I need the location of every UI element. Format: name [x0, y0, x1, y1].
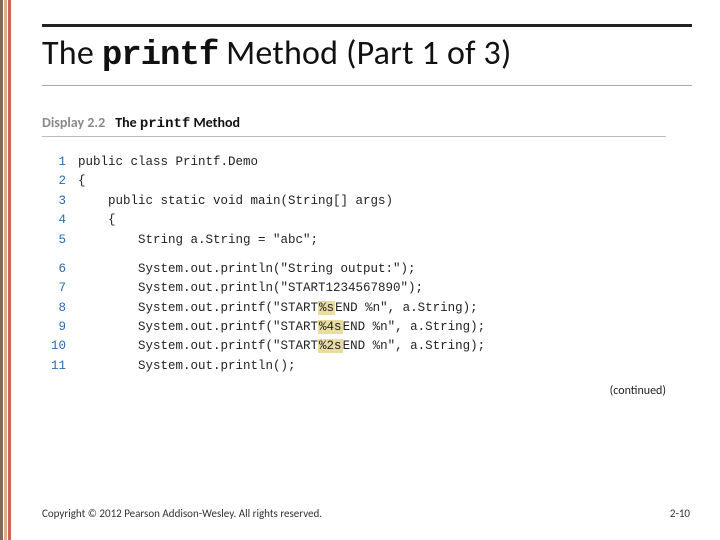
- format-spec-highlight: %s: [318, 301, 335, 315]
- copyright-text: Copyright © 2012 Pearson Addison-Wesley.…: [42, 507, 322, 520]
- line-number: 5: [42, 231, 70, 250]
- line-number: 4: [42, 211, 70, 230]
- line-number: 11: [42, 357, 70, 376]
- display-heading: Display 2.2 The printf Method: [42, 114, 666, 137]
- slide-title: The printf Method (Part 1 of 3): [42, 24, 692, 86]
- code-line: {: [78, 172, 692, 191]
- code-line: System.out.println("START1234567890");: [78, 279, 692, 298]
- code-line: System.out.printf("START%2sEND %n", a.St…: [78, 337, 692, 356]
- line-number: 9: [42, 318, 70, 337]
- page-number: 2-10: [670, 507, 690, 520]
- title-pre: The: [42, 33, 102, 74]
- code-line: System.out.println();: [78, 357, 692, 376]
- code-line: System.out.printf("START%sEND %n", a.Str…: [78, 299, 692, 318]
- code-line: System.out.println("String output:");: [78, 260, 692, 279]
- line-number: 8: [42, 299, 70, 318]
- line-number: 2: [42, 172, 70, 191]
- display-title-code: printf: [140, 116, 190, 132]
- slide-title-text: The printf Method (Part 1 of 3): [42, 33, 512, 74]
- code-listing: 1 public class Printf.Demo 2 {3 public stat…: [42, 153, 692, 376]
- line-number: 7: [42, 279, 70, 298]
- slide-body: The printf Method (Part 1 of 3) Display …: [14, 0, 720, 540]
- display-title-pre: The: [115, 114, 140, 131]
- stripe-bar: [4, 0, 7, 540]
- stripe-bar: [8, 0, 11, 540]
- code-line: System.out.printf("START%4sEND %n", a.St…: [78, 318, 692, 337]
- display-block: Display 2.2 The printf Method 1 public cl…: [42, 114, 692, 398]
- display-label: Display 2.2: [42, 114, 105, 131]
- code-line: public class Printf.Demo: [78, 153, 692, 172]
- format-spec-highlight: %4s: [318, 320, 343, 334]
- display-title: The printf Method: [115, 114, 240, 132]
- code-line: public static void main(String[] args): [78, 192, 692, 211]
- line-number: 10: [42, 337, 70, 356]
- side-stripe: [0, 0, 14, 540]
- line-number: 3: [42, 192, 70, 211]
- code-line: {: [78, 211, 692, 230]
- format-spec-highlight: %2s: [318, 339, 343, 353]
- continued-label: (continued): [42, 384, 666, 398]
- code-line: String a.String = "abc";: [78, 231, 692, 250]
- footer: Copyright © 2012 Pearson Addison-Wesley.…: [42, 507, 690, 520]
- title-code: printf: [102, 37, 218, 75]
- line-number: 6: [42, 260, 70, 279]
- title-post: Method (Part 1 of 3): [218, 33, 511, 74]
- stripe-bar: [0, 0, 3, 540]
- line-number: 1: [42, 153, 70, 172]
- display-title-post: Method: [190, 114, 240, 131]
